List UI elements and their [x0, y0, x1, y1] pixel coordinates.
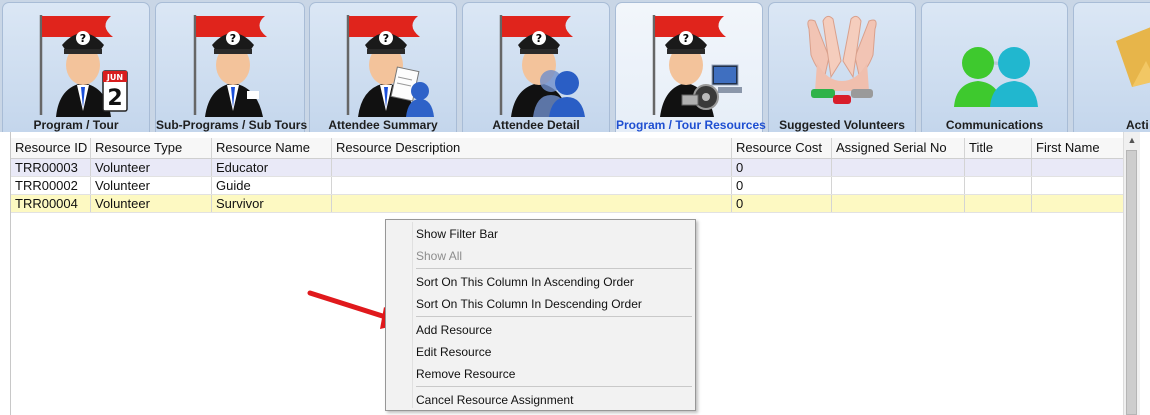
menu-item-sort-ascending[interactable]: Sort On This Column In Ascending Order: [416, 271, 686, 293]
cell-first-name: [1032, 177, 1124, 194]
sub-programs-icon: ?: [193, 15, 267, 117]
volunteers-hands-icon: [807, 15, 877, 104]
cell-first-name: [1032, 195, 1124, 212]
tab-label: Acti: [1126, 118, 1149, 132]
cell-title: [965, 195, 1032, 212]
svg-text:?: ?: [683, 32, 689, 45]
cell-title: [965, 159, 1032, 176]
svg-text:?: ?: [80, 32, 86, 45]
grid-vertical-scrollbar[interactable]: ▲: [1123, 132, 1140, 415]
column-header-resource-description[interactable]: Resource Description: [332, 138, 732, 158]
tab-label: Attendee Detail: [492, 118, 580, 132]
cell-resource-id: TRR00003: [11, 159, 91, 176]
column-header-assigned-serial-no[interactable]: Assigned Serial No: [832, 138, 965, 158]
tab-attendee-summary[interactable]: ? Attendee Summary: [309, 2, 457, 132]
svg-text:2: 2: [107, 86, 122, 111]
column-header-resource-id[interactable]: Resource ID: [11, 138, 91, 158]
menu-separator: [416, 268, 692, 269]
tab-label: Program / Tour Resources: [616, 118, 766, 132]
grid-header-row: Resource ID Resource Type Resource Name …: [11, 138, 1124, 159]
cell-resource-description: [332, 177, 732, 194]
menu-gutter: [412, 222, 413, 408]
menu-item-edit-resource[interactable]: Edit Resource: [416, 341, 686, 363]
column-header-first-name[interactable]: First Name: [1032, 138, 1124, 158]
calendar-icon: JUN 2: [102, 70, 128, 112]
column-header-resource-cost[interactable]: Resource Cost: [732, 138, 832, 158]
scrollbar-thumb[interactable]: [1126, 150, 1137, 415]
cell-resource-name: Survivor: [212, 195, 332, 212]
resources-icon: ?: [652, 15, 742, 117]
module-tab-strip: ? JUN 2 Program / Tour ? Sub-Programs / …: [0, 0, 1150, 132]
tab-suggested-volunteers[interactable]: Suggested Volunteers: [768, 2, 916, 132]
scroll-up-icon[interactable]: ▲: [1124, 132, 1140, 148]
cell-resource-id: TRR00004: [11, 195, 91, 212]
menu-separator: [416, 316, 692, 317]
cell-title: [965, 177, 1032, 194]
attendee-summary-icon: ?: [346, 15, 434, 117]
attendee-detail-icon: ?: [499, 15, 585, 117]
svg-text:?: ?: [230, 32, 236, 45]
tab-label: Program / Tour: [33, 118, 119, 132]
actions-icon: [1116, 27, 1150, 87]
column-header-resource-name[interactable]: Resource Name: [212, 138, 332, 158]
tab-label: Attendee Summary: [328, 118, 438, 132]
tab-label: Sub-Programs / Sub Tours: [156, 118, 308, 132]
menu-item-show-all[interactable]: Show All: [416, 245, 686, 267]
column-header-resource-type[interactable]: Resource Type: [91, 138, 212, 158]
cell-assigned-serial-no: [832, 195, 965, 212]
svg-text:?: ?: [536, 32, 542, 45]
cell-resource-name: Educator: [212, 159, 332, 176]
menu-separator: [416, 386, 692, 387]
table-row[interactable]: TRR00003 Volunteer Educator 0: [11, 159, 1124, 177]
svg-text:JUN: JUN: [106, 73, 123, 82]
communications-icon: [953, 47, 1038, 107]
menu-item-cancel-resource-assignment[interactable]: Cancel Resource Assignment: [416, 389, 686, 411]
tab-program-tour[interactable]: ? JUN 2 Program / Tour: [2, 2, 150, 132]
cell-resource-description: [332, 159, 732, 176]
table-row[interactable]: TRR00002 Volunteer Guide 0: [11, 177, 1124, 195]
cell-resource-description: [332, 195, 732, 212]
column-header-title[interactable]: Title: [965, 138, 1032, 158]
menu-item-remove-resource[interactable]: Remove Resource: [416, 363, 686, 385]
cell-first-name: [1032, 159, 1124, 176]
cell-assigned-serial-no: [832, 177, 965, 194]
cell-resource-type: Volunteer: [91, 177, 212, 194]
cell-resource-cost: 0: [732, 195, 832, 212]
window-edge: [1140, 132, 1150, 415]
tab-communications[interactable]: Communications: [921, 2, 1068, 132]
tab-attendee-detail[interactable]: ? Attendee Detail: [462, 2, 610, 132]
menu-item-show-filter-bar[interactable]: Show Filter Bar: [416, 223, 686, 245]
tab-program-tour-resources[interactable]: ? Program / Tour Resources: [615, 2, 766, 132]
cell-resource-id: TRR00002: [11, 177, 91, 194]
tab-label: Communications: [945, 118, 1044, 132]
cell-resource-cost: 0: [732, 177, 832, 194]
menu-item-add-resource[interactable]: Add Resource: [416, 319, 686, 341]
menu-item-sort-descending[interactable]: Sort On This Column In Descending Order: [416, 293, 686, 315]
cell-resource-cost: 0: [732, 159, 832, 176]
cell-resource-type: Volunteer: [91, 195, 212, 212]
table-row-selected[interactable]: TRR00004 Volunteer Survivor 0: [11, 195, 1124, 213]
cell-resource-name: Guide: [212, 177, 332, 194]
cell-assigned-serial-no: [832, 159, 965, 176]
tab-sub-programs[interactable]: ? Sub-Programs / Sub Tours: [155, 2, 308, 132]
tab-label: Suggested Volunteers: [779, 118, 905, 132]
tab-actions[interactable]: Acti: [1073, 2, 1150, 132]
cell-resource-type: Volunteer: [91, 159, 212, 176]
program-tour-icon: ? JUN 2: [39, 15, 128, 117]
context-menu: Show Filter Bar Show All Sort On This Co…: [385, 219, 696, 411]
svg-text:?: ?: [383, 32, 389, 45]
